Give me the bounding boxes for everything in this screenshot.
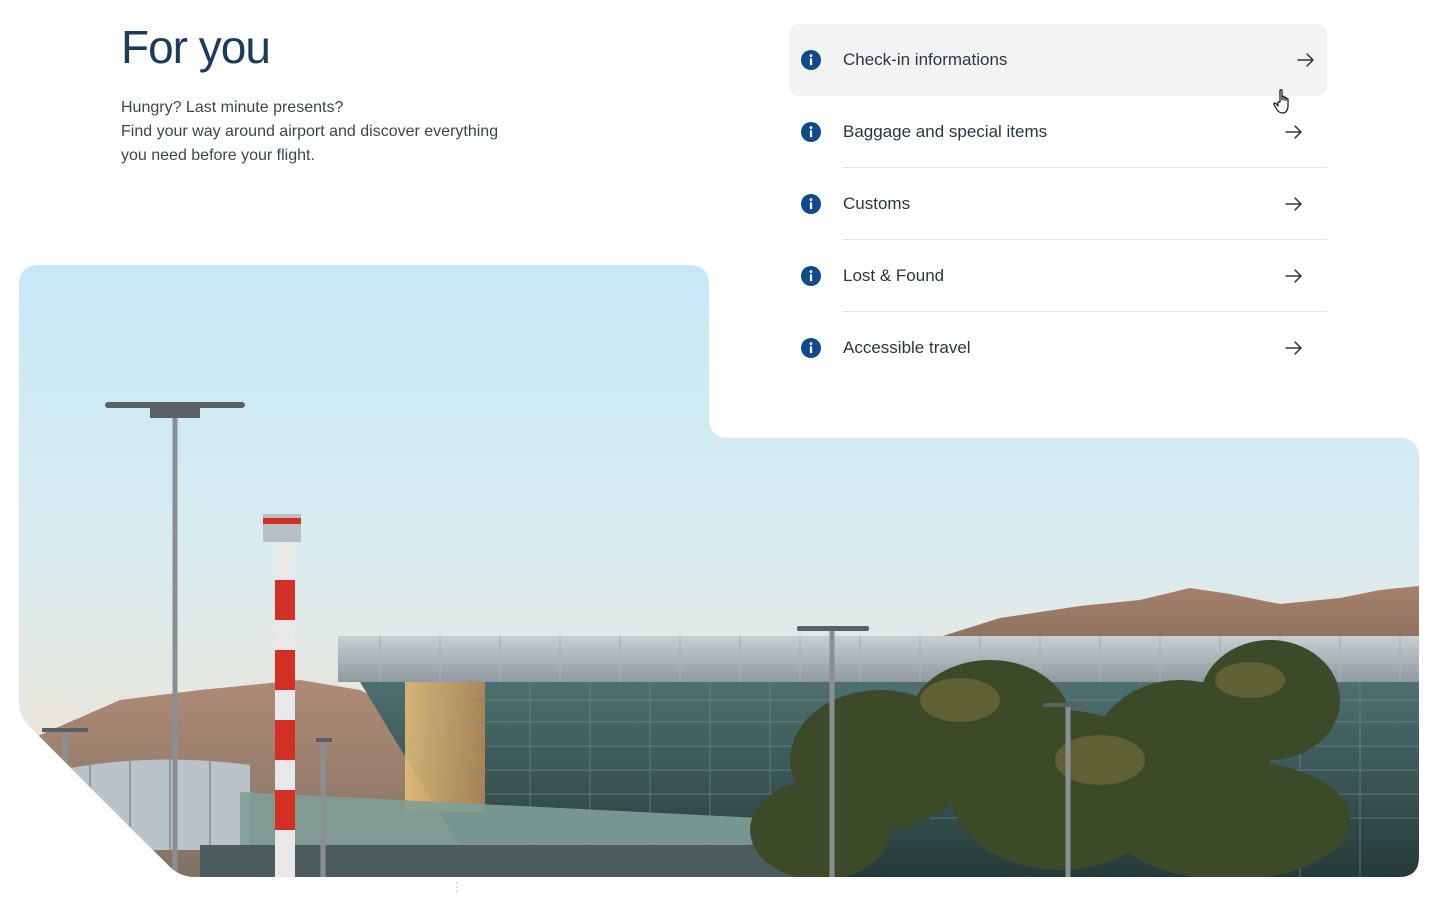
info-icon — [801, 338, 821, 358]
link-accessible-travel[interactable]: Accessible travel — [789, 312, 1327, 384]
arrow-right-icon — [1285, 125, 1302, 139]
quick-links-list: Check-in informations Baggage and specia… — [789, 24, 1327, 384]
link-label: Customs — [843, 194, 911, 213]
link-label: Baggage and special items — [843, 122, 1048, 141]
arrow-right-icon — [1297, 53, 1314, 67]
for-you-page: For you Hungry? Last minute presents? Fi… — [0, 0, 1440, 899]
arrow-right-icon — [1285, 197, 1302, 211]
info-icon — [801, 50, 821, 70]
link-label: Lost & Found — [843, 266, 945, 285]
arrow-right-icon — [1285, 341, 1302, 355]
hand-cursor-icon — [1273, 89, 1289, 114]
section-intro: Hungry? Last minute presents? Find your … — [121, 96, 541, 168]
info-icon — [801, 266, 821, 286]
link-customs[interactable]: Customs — [789, 168, 1327, 240]
decorative-dots — [455, 882, 458, 892]
arrow-right-icon — [1285, 269, 1302, 283]
intro-line: Find your way around airport and discove… — [121, 123, 499, 140]
link-check-in[interactable]: Check-in informations — [789, 24, 1327, 96]
link-label: Check-in informations — [843, 50, 1008, 69]
intro-line: you need before your flight. — [121, 147, 315, 164]
link-lost-and-found[interactable]: Lost & Found — [789, 240, 1327, 312]
info-icon — [801, 122, 821, 142]
intro-line: Hungry? Last minute presents? — [121, 99, 344, 116]
section-title: For you — [121, 21, 271, 73]
link-label: Accessible travel — [843, 338, 971, 357]
link-baggage[interactable]: Baggage and special items — [789, 96, 1327, 168]
info-icon — [801, 194, 821, 214]
